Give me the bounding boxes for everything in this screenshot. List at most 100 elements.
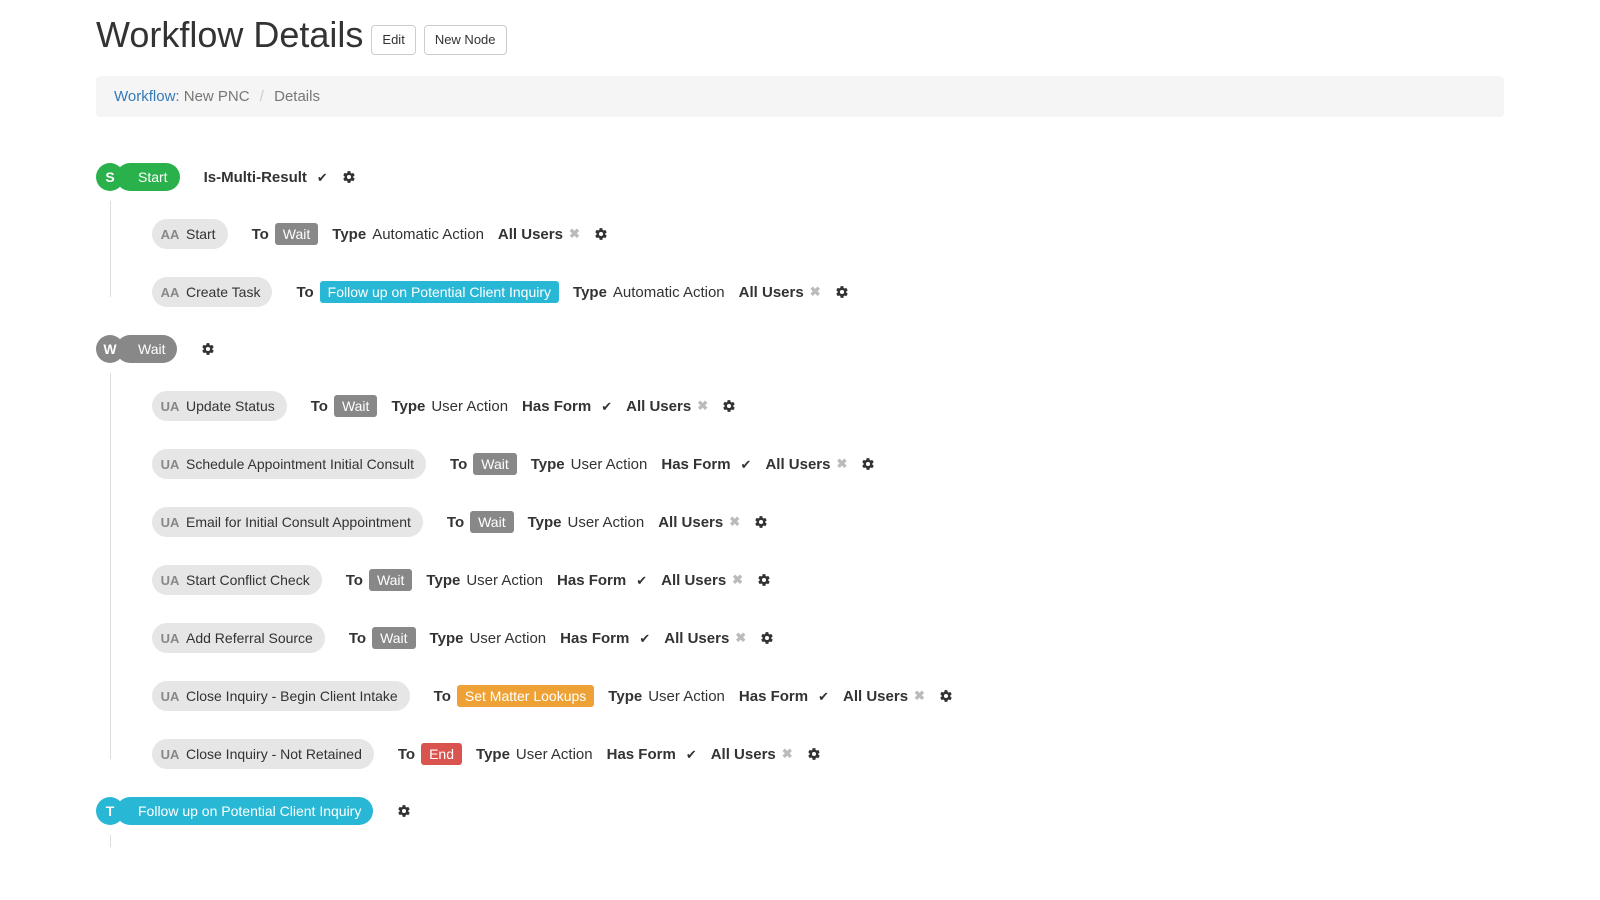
action-prefix: UA	[158, 747, 182, 762]
remove-icon[interactable]: ✖	[569, 226, 580, 242]
node-pill[interactable]: Follow up on Potential Client Inquiry	[116, 797, 373, 825]
breadcrumb-workflow-link[interactable]: Workflow:	[114, 88, 180, 105]
action-pill[interactable]: AAStart	[152, 219, 228, 249]
action-pill[interactable]: UAClose Inquiry - Begin Client Intake	[152, 681, 410, 711]
action-pill[interactable]: UAEmail for Initial Consult Appointment	[152, 507, 423, 537]
check-icon	[814, 688, 829, 705]
action-label: Email for Initial Consult Appointment	[186, 514, 411, 530]
node-children: UA Update Status ToWait TypeUser Action Has …	[96, 391, 1498, 769]
node-block: TFollow up on Potential Client InquiryCa…	[96, 797, 1498, 847]
meta-has-form: Has Form	[522, 398, 612, 415]
gear-icon[interactable]	[594, 227, 608, 241]
meta-all-users: All Users✖	[711, 746, 793, 763]
action-pill[interactable]: UAStart Conflict Check	[152, 565, 322, 595]
action-row: AAStart ToWait TypeAutomatic Action All Use…	[152, 219, 1498, 249]
to-tag[interactable]: Wait	[334, 395, 377, 417]
action-pill[interactable]: UA Close Inquiry - Not Retained	[152, 739, 374, 769]
gear-icon[interactable]	[757, 573, 771, 587]
remove-icon[interactable]: ✖	[837, 456, 848, 472]
meta-type: TypeAutomatic Action	[573, 284, 725, 301]
action-label: Close Inquiry - Not Retained	[186, 746, 362, 762]
action-pill[interactable]: UAAdd Referral Source	[152, 623, 325, 653]
meta-has-form: Has Form	[560, 630, 650, 647]
flag-is-multi-result: Is-Multi-Result	[204, 169, 328, 186]
remove-icon[interactable]: ✖	[729, 514, 740, 530]
action-label: Update Status	[186, 398, 275, 414]
meta-all-users: All Users✖	[843, 688, 925, 705]
page-title: Workflow Details	[96, 14, 363, 56]
meta-type: TypeUser Action	[430, 630, 547, 647]
check-icon	[682, 746, 697, 763]
remove-icon[interactable]: ✖	[914, 688, 925, 704]
meta-to: ToWait	[311, 395, 378, 417]
to-tag[interactable]: Wait	[470, 511, 513, 533]
action-row: UAStart Conflict Check ToWait TypeUser Act…	[152, 565, 1498, 595]
check-icon	[313, 169, 328, 186]
workflow-tree-scroll[interactable]: SStartIs-Multi-ResultAAStartToWaitTypeAu…	[96, 137, 1504, 847]
edit-button[interactable]: Edit	[371, 25, 415, 55]
to-tag[interactable]: Follow up on Potential Client Inquiry	[320, 281, 559, 303]
action-pill[interactable]: UA Update Status	[152, 391, 287, 421]
meta-has-form: Has Form	[739, 688, 829, 705]
meta-all-users: All Users✖	[498, 226, 580, 243]
action-row: UAClose Inquiry - Begin Client Intake ToS…	[152, 681, 1498, 711]
meta-to: ToWait	[450, 453, 517, 475]
gear-icon[interactable]	[754, 515, 768, 529]
remove-icon[interactable]: ✖	[732, 572, 743, 588]
meta-to: ToSet Matter Lookups	[434, 685, 595, 707]
meta-to: ToEnd	[398, 743, 462, 765]
action-row: UASchedule Appointment Initial Consult To…	[152, 449, 1498, 479]
meta-all-users: All Users✖	[626, 398, 708, 415]
to-tag[interactable]: End	[421, 743, 462, 765]
gear-icon[interactable]	[342, 170, 356, 184]
breadcrumb: Workflow: New PNC / Details	[96, 76, 1504, 117]
gear-icon[interactable]	[760, 631, 774, 645]
meta-type: TypeUser Action	[426, 572, 543, 589]
meta-has-form: Has Form	[557, 572, 647, 589]
node-children: AAStart ToWait TypeAutomatic Action All Use…	[96, 219, 1498, 307]
action-pill[interactable]: UASchedule Appointment Initial Consult	[152, 449, 426, 479]
workflow-tree: SStartIs-Multi-ResultAAStartToWaitTypeAu…	[96, 163, 1498, 847]
gear-icon[interactable]	[835, 285, 849, 299]
meta-all-users: All Users✖	[739, 284, 821, 301]
node-pill[interactable]: Start	[116, 163, 180, 191]
check-icon	[597, 398, 612, 415]
action-row: AACreate Task ToFollow up on Potential Cl…	[152, 277, 1498, 307]
to-tag[interactable]: Wait	[275, 223, 318, 245]
remove-icon[interactable]: ✖	[735, 630, 746, 646]
remove-icon[interactable]: ✖	[782, 746, 793, 762]
gear-icon[interactable]	[201, 342, 215, 356]
new-node-button[interactable]: New Node	[424, 25, 507, 55]
meta-to: ToWait	[447, 511, 514, 533]
meta-to: ToWait	[349, 627, 416, 649]
meta-to: ToFollow up on Potential Client Inquiry	[296, 281, 559, 303]
action-pill[interactable]: AACreate Task	[152, 277, 272, 307]
meta-to: ToWait	[346, 569, 413, 591]
gear-icon[interactable]	[722, 399, 736, 413]
gear-icon[interactable]	[861, 457, 875, 471]
to-tag[interactable]: Wait	[369, 569, 412, 591]
meta-all-users: All Users✖	[661, 572, 743, 589]
meta-type: TypeAutomatic Action	[332, 226, 484, 243]
node-row: TFollow up on Potential Client Inquiry	[96, 797, 1498, 825]
meta-all-users: All Users✖	[658, 514, 740, 531]
to-tag[interactable]: Wait	[372, 627, 415, 649]
node-row: SStartIs-Multi-Result	[96, 163, 1498, 191]
to-tag[interactable]: Wait	[473, 453, 516, 475]
meta-has-form: Has Form	[661, 456, 751, 473]
node-pill[interactable]: Wait	[116, 335, 177, 363]
action-prefix: UA	[158, 689, 182, 704]
gear-icon[interactable]	[939, 689, 953, 703]
action-label: Create Task	[186, 284, 260, 300]
gear-icon[interactable]	[807, 747, 821, 761]
action-prefix: UA	[158, 399, 182, 414]
node-block: SStartIs-Multi-ResultAAStartToWaitTypeAu…	[96, 163, 1498, 307]
gear-icon[interactable]	[397, 804, 411, 818]
check-icon	[632, 572, 647, 589]
remove-icon[interactable]: ✖	[810, 284, 821, 300]
breadcrumb-details: Details	[274, 88, 320, 105]
to-tag[interactable]: Set Matter Lookups	[457, 685, 594, 707]
remove-icon[interactable]: ✖	[697, 398, 708, 414]
meta-to: ToWait	[252, 223, 319, 245]
action-row: UAAdd Referral Source ToWait TypeUser Acti…	[152, 623, 1498, 653]
